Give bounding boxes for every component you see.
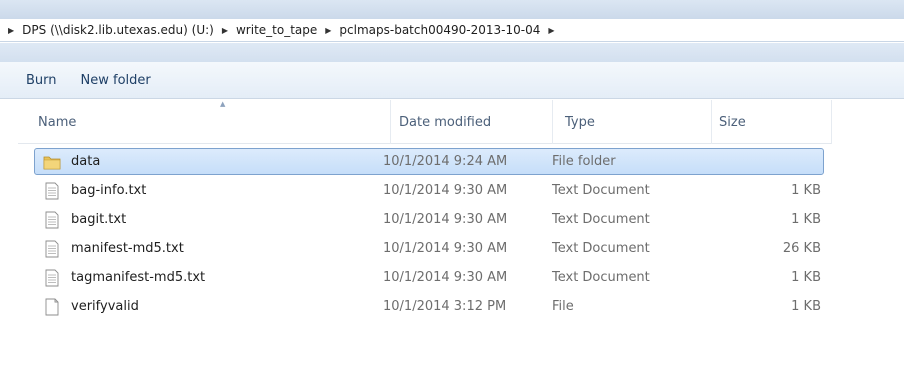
- file-size: 1 KB: [791, 183, 821, 198]
- file-date: 10/1/2014 9:24 AM: [383, 154, 508, 169]
- list-item[interactable]: data 10/1/2014 9:24 AM File folder: [34, 148, 824, 175]
- breadcrumb-drive[interactable]: DPS (\\disk2.lib.utexas.edu) (U:): [18, 23, 218, 37]
- breadcrumb-arrow-icon[interactable]: ▶: [321, 26, 335, 35]
- file-type: Text Document: [552, 270, 650, 285]
- file-name: verifyvalid: [71, 299, 139, 314]
- file-date: 10/1/2014 9:30 AM: [383, 212, 508, 227]
- burn-button[interactable]: Burn: [26, 73, 57, 88]
- sort-ascending-icon: ▲: [220, 100, 226, 108]
- file-size: 1 KB: [791, 299, 821, 314]
- list-item[interactable]: bagit.txt 10/1/2014 9:30 AM Text Documen…: [34, 206, 824, 233]
- file-type: Text Document: [552, 212, 650, 227]
- file-list: ▲ Name Date modified Type Size data 10/1…: [0, 100, 904, 387]
- breadcrumb-write-to-tape[interactable]: write_to_tape: [232, 23, 321, 37]
- column-divider[interactable]: [390, 100, 391, 144]
- file-size: 1 KB: [791, 270, 821, 285]
- new-folder-button[interactable]: New folder: [81, 73, 151, 88]
- file-name: manifest-md5.txt: [71, 241, 184, 256]
- column-header-row: ▲ Name Date modified Type Size: [18, 100, 832, 144]
- file-date: 10/1/2014 9:30 AM: [383, 270, 508, 285]
- column-divider[interactable]: [711, 100, 712, 144]
- text-file-icon: [45, 182, 59, 200]
- column-divider[interactable]: [552, 100, 553, 144]
- address-bar[interactable]: ▶ DPS (\\disk2.lib.utexas.edu) (U:) ▶ wr…: [0, 19, 904, 42]
- breadcrumb-arrow-icon[interactable]: ▶: [218, 26, 232, 35]
- file-type: File folder: [552, 154, 616, 169]
- file-type: File: [552, 299, 574, 314]
- file-name: data: [71, 154, 101, 169]
- file-name: tagmanifest-md5.txt: [71, 270, 206, 285]
- file-size: 1 KB: [791, 212, 821, 227]
- text-file-icon: [45, 269, 59, 287]
- breadcrumb-batch-folder[interactable]: pclmaps-batch00490-2013-10-04: [335, 23, 544, 37]
- column-name[interactable]: Name: [38, 115, 76, 130]
- file-date: 10/1/2014 9:30 AM: [383, 183, 508, 198]
- list-item[interactable]: bag-info.txt 10/1/2014 9:30 AM Text Docu…: [34, 177, 824, 204]
- text-file-icon: [45, 240, 59, 258]
- file-name: bag-info.txt: [71, 183, 147, 198]
- breadcrumb-arrow-icon[interactable]: ▶: [4, 26, 18, 35]
- file-size: 26 KB: [782, 241, 821, 256]
- search-strip: [0, 43, 904, 62]
- file-type: Text Document: [552, 183, 650, 198]
- list-item[interactable]: manifest-md5.txt 10/1/2014 9:30 AM Text …: [34, 235, 824, 262]
- column-type[interactable]: Type: [565, 115, 595, 130]
- breadcrumb-arrow-icon[interactable]: ▶: [544, 26, 558, 35]
- file-name: bagit.txt: [71, 212, 127, 227]
- file-date: 10/1/2014 9:30 AM: [383, 241, 508, 256]
- folder-icon: [43, 156, 61, 170]
- text-file-icon: [45, 211, 59, 229]
- column-size[interactable]: Size: [719, 115, 746, 130]
- file-date: 10/1/2014 3:12 PM: [383, 299, 507, 314]
- column-divider[interactable]: [831, 100, 832, 144]
- command-bar: Burn New folder: [0, 62, 904, 99]
- column-date-modified[interactable]: Date modified: [399, 115, 491, 130]
- list-item[interactable]: tagmanifest-md5.txt 10/1/2014 9:30 AM Te…: [34, 264, 824, 291]
- blank-file-icon: [45, 298, 59, 316]
- title-strip: [0, 0, 904, 19]
- list-item[interactable]: verifyvalid 10/1/2014 3:12 PM File 1 KB: [34, 293, 824, 320]
- file-type: Text Document: [552, 241, 650, 256]
